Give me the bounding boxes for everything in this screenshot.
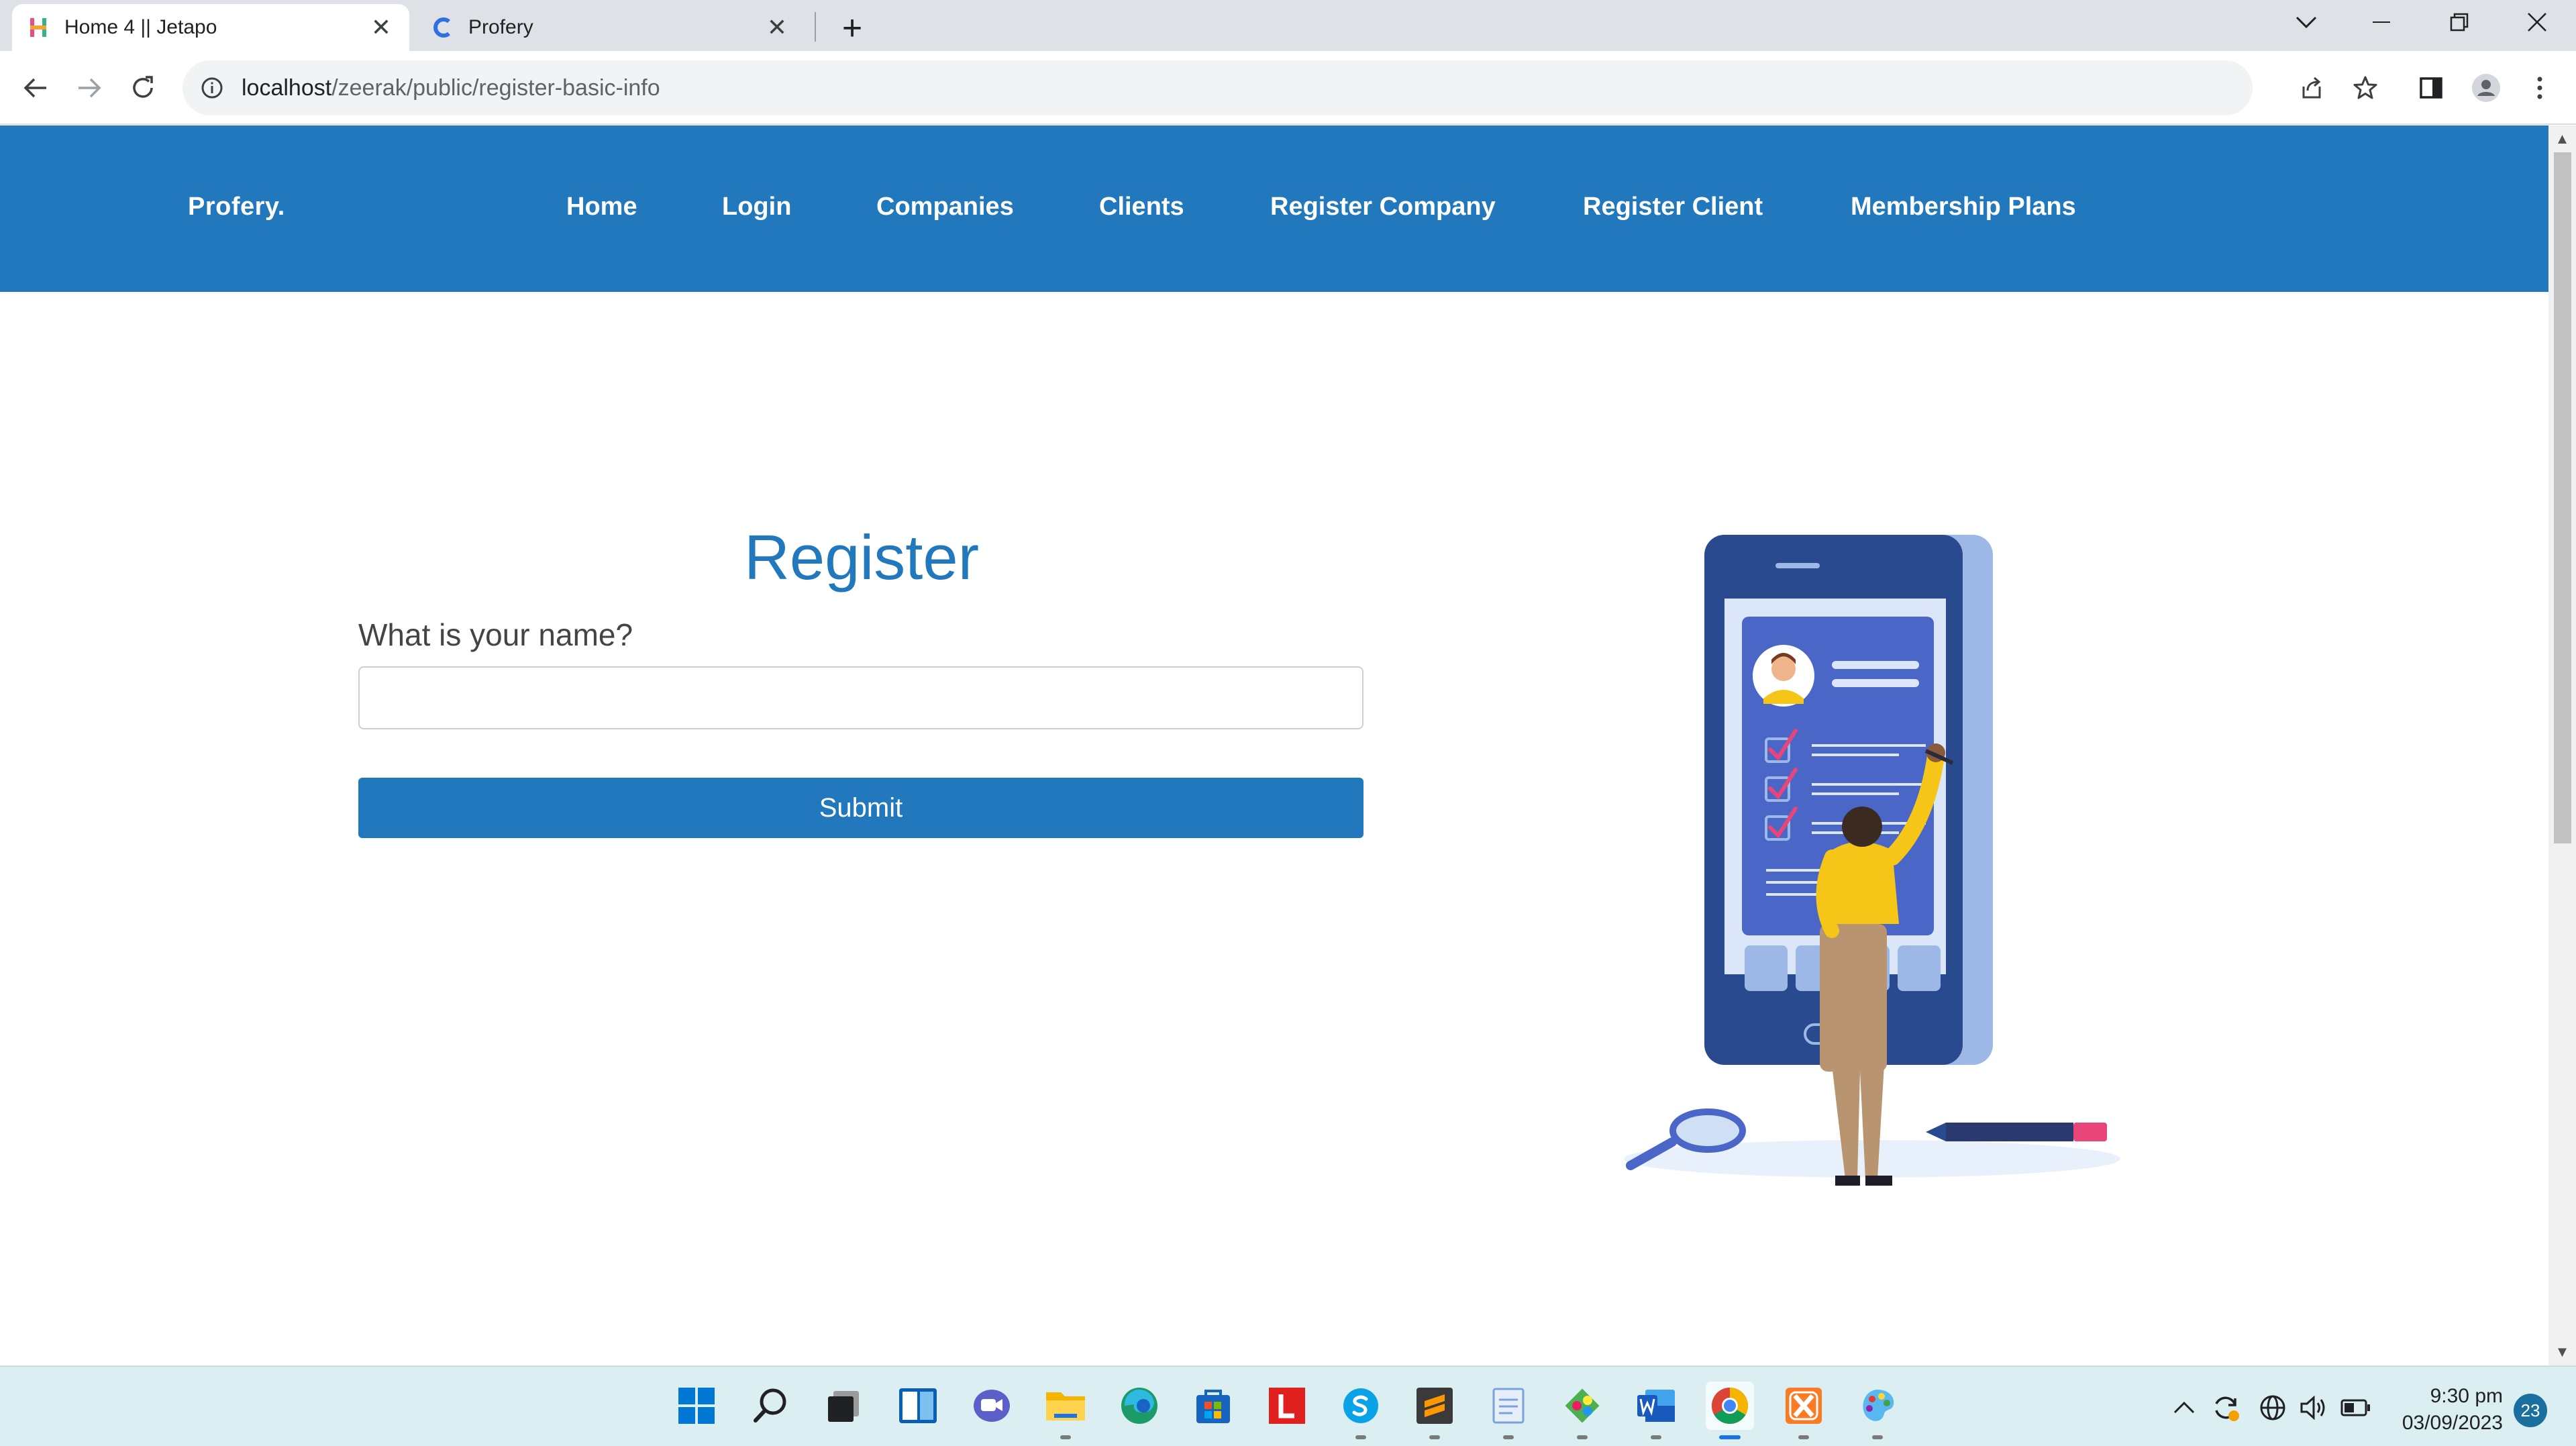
profile-line — [1832, 679, 1919, 687]
browser-tab-strip: Home 4 || Jetapo ✕ Profery ✕ + — [0, 0, 2576, 51]
avatar-face — [1771, 657, 1796, 681]
restore-icon[interactable] — [2422, 0, 2496, 44]
sync-icon[interactable] — [2209, 1391, 2243, 1425]
side-panel-icon[interactable] — [2409, 66, 2453, 110]
forward-arrow-icon[interactable] — [67, 66, 111, 110]
git-icon[interactable] — [1558, 1382, 1606, 1439]
widgets-icon[interactable] — [894, 1382, 942, 1430]
store-icon[interactable] — [1189, 1382, 1237, 1430]
profery-c-icon — [431, 15, 455, 40]
nav-register-company[interactable]: Register Company — [1270, 193, 1496, 221]
url-host: localhost — [242, 74, 332, 101]
scrollbar-thumb[interactable] — [2554, 152, 2571, 843]
paint-icon[interactable] — [1853, 1382, 1902, 1439]
taskbar-running-indicator — [1872, 1435, 1883, 1439]
sublime-text-icon[interactable] — [1410, 1382, 1459, 1439]
register-heading: Register — [743, 522, 980, 592]
browser-menu-icon[interactable] — [2518, 66, 2562, 110]
windows-taskbar: 9:30 pm 03/09/2023 23 — [0, 1365, 2576, 1446]
tab-close-icon[interactable]: ✕ — [368, 13, 395, 41]
person-shoe — [1865, 1176, 1892, 1186]
teams-chat-icon[interactable] — [968, 1382, 1016, 1430]
edge-icon[interactable] — [1115, 1382, 1164, 1430]
taskbar-running-indicator — [1719, 1435, 1741, 1439]
notification-count-badge[interactable]: 23 — [2514, 1394, 2547, 1427]
nav-home[interactable]: Home — [566, 193, 637, 221]
name-label: What is your name? — [358, 617, 633, 652]
scroll-up-arrow-icon[interactable]: ▲ — [2548, 127, 2576, 151]
nav-membership-plans[interactable]: Membership Plans — [1851, 193, 2076, 221]
tab-close-icon[interactable]: ✕ — [764, 13, 790, 41]
language-globe-icon[interactable] — [2256, 1391, 2289, 1425]
clock-date: 03/09/2023 — [2402, 1412, 2503, 1434]
person-arm — [1816, 849, 1839, 938]
red-l-app-icon[interactable] — [1263, 1382, 1311, 1430]
name-input[interactable] — [358, 666, 1363, 729]
close-window-icon[interactable] — [2500, 0, 2574, 44]
browser-toolbar: localhost/zeerak/public/register-basic-i… — [0, 51, 2576, 125]
taskbar-running-indicator — [1429, 1435, 1440, 1439]
page-viewport: Profery. Home Login Companies Clients Re… — [0, 125, 2548, 1365]
xampp-icon[interactable] — [1780, 1382, 1828, 1439]
file-explorer-icon[interactable] — [1041, 1382, 1090, 1439]
bookmark-star-icon[interactable] — [2343, 66, 2387, 110]
address-bar[interactable]: localhost/zeerak/public/register-basic-i… — [183, 60, 2253, 115]
word-icon[interactable] — [1632, 1382, 1680, 1439]
site-info-icon[interactable] — [199, 74, 225, 101]
browser-tab-jetapo[interactable]: Home 4 || Jetapo ✕ — [12, 4, 409, 51]
task-view-icon[interactable] — [820, 1382, 868, 1430]
nav-register-client[interactable]: Register Client — [1583, 193, 1763, 221]
pencil — [1926, 1123, 2107, 1141]
back-arrow-icon[interactable] — [13, 66, 58, 110]
site-navbar: Profery. Home Login Companies Clients Re… — [0, 125, 2548, 292]
person-legs — [1820, 924, 1887, 1072]
nav-login[interactable]: Login — [722, 193, 791, 221]
jetapo-h-icon — [27, 15, 51, 40]
submit-button[interactable]: Submit — [358, 778, 1363, 838]
battery-icon[interactable] — [2339, 1391, 2373, 1425]
tab-title: Profery — [468, 16, 533, 38]
site-logo[interactable]: Profery. — [188, 193, 285, 221]
share-icon[interactable] — [2289, 66, 2334, 110]
minimize-icon[interactable] — [2345, 0, 2418, 44]
scroll-down-arrow-icon[interactable]: ▼ — [2548, 1340, 2576, 1364]
tab-title: Home 4 || Jetapo — [64, 16, 217, 38]
profile-line — [1832, 661, 1919, 669]
browser-tab-profery[interactable]: Profery ✕ — [416, 4, 805, 51]
new-tab-button[interactable]: + — [832, 8, 872, 48]
clock-time: 9:30 pm — [2430, 1385, 2503, 1407]
skype-icon[interactable] — [1337, 1382, 1385, 1439]
phone-speaker — [1775, 563, 1820, 568]
register-illustration — [1624, 535, 2120, 1186]
taskbar-running-indicator — [1355, 1435, 1366, 1439]
page-scrollbar[interactable]: ▲ ▼ — [2548, 125, 2576, 1365]
url-text: localhost/zeerak/public/register-basic-i… — [242, 75, 660, 101]
nav-clients[interactable]: Clients — [1099, 193, 1184, 221]
search-icon[interactable] — [746, 1382, 794, 1430]
tab-search-chevron-icon[interactable] — [2269, 0, 2343, 44]
taskbar-running-indicator — [1651, 1435, 1661, 1439]
nav-companies[interactable]: Companies — [876, 193, 1014, 221]
url-path: /zeerak/public/register-basic-info — [331, 74, 660, 101]
chrome-icon[interactable] — [1706, 1382, 1754, 1439]
profile-avatar-icon[interactable] — [2464, 66, 2508, 110]
taskbar-running-indicator — [1060, 1435, 1071, 1439]
person-head — [1842, 807, 1882, 847]
taskbar-running-indicator — [1577, 1435, 1588, 1439]
show-hidden-icons-chevron-icon[interactable] — [2167, 1391, 2201, 1425]
tab-separator — [815, 12, 816, 42]
notepad-icon[interactable] — [1484, 1382, 1533, 1439]
taskbar-running-indicator — [1503, 1435, 1514, 1439]
person-shoe — [1835, 1176, 1860, 1186]
volume-icon[interactable] — [2298, 1391, 2331, 1425]
system-clock[interactable]: 9:30 pm 03/09/2023 — [2389, 1383, 2503, 1437]
windows-start-icon[interactable] — [672, 1382, 721, 1430]
reload-icon[interactable] — [121, 66, 165, 110]
taskbar-running-indicator — [1798, 1435, 1809, 1439]
